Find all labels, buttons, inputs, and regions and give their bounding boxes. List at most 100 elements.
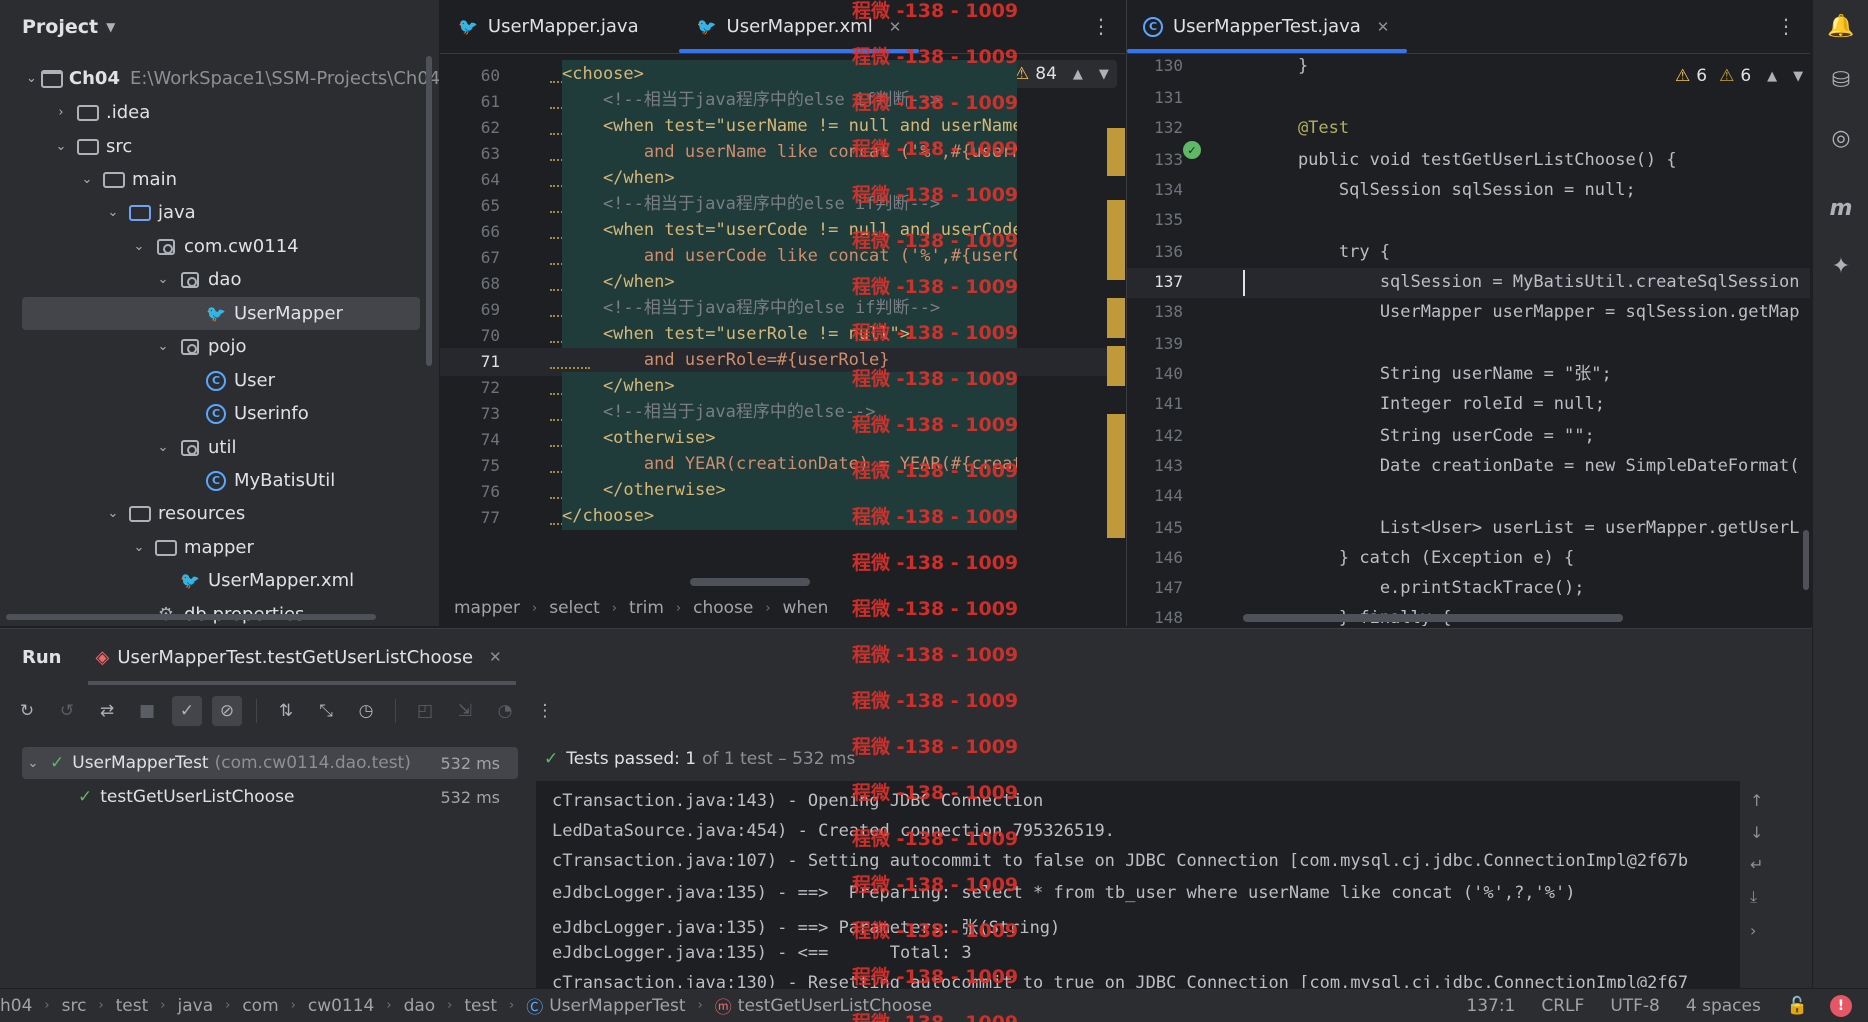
sort-icon[interactable]: ⇅ — [271, 696, 301, 726]
tree-item[interactable]: C User — [0, 364, 430, 397]
status-crumb[interactable]: testGetUserListChoose — [738, 996, 932, 1016]
chevron-down-icon[interactable]: ⌄ — [152, 339, 174, 354]
status-crumb[interactable]: dao — [404, 996, 436, 1016]
tree-item[interactable]: 🐦 UserMapper.xml — [0, 564, 430, 597]
code-line: <choose> — [562, 60, 1017, 88]
show-passed-icon[interactable]: ✓ — [172, 696, 202, 726]
file-encoding[interactable]: UTF-8 — [1610, 996, 1660, 1016]
maven-icon[interactable]: m — [1825, 192, 1857, 224]
collapse-all-icon[interactable]: ⤡ — [311, 696, 341, 726]
tab-usermapper-java[interactable]: 🐦 UserMapper.java — [440, 0, 657, 53]
lock-icon[interactable]: 🔓 — [1787, 996, 1808, 1016]
chevron-up-icon[interactable]: ▲ — [1073, 67, 1083, 82]
status-crumb[interactable]: java — [178, 996, 214, 1016]
line-separator[interactable]: CRLF — [1541, 996, 1584, 1016]
chevron-right-icon[interactable]: › — [50, 105, 72, 120]
chevron-down-icon[interactable]: ⌄ — [26, 71, 37, 86]
close-icon[interactable]: ✕ — [489, 648, 502, 666]
close-icon[interactable]: ✕ — [889, 18, 902, 36]
history-icon[interactable]: ◷ — [351, 696, 381, 726]
database-icon[interactable]: ⛁ — [1825, 64, 1857, 96]
breadcrumb-item[interactable]: select — [549, 598, 600, 618]
tree-item[interactable]: ⌄ main — [0, 163, 430, 196]
editor-hscrollbar[interactable] — [690, 578, 810, 586]
notifications-icon[interactable]: 🔔 — [1825, 10, 1857, 42]
console-output[interactable]: ✓ Tests passed: 1 of 1 test – 532 ms cTr… — [536, 737, 1776, 989]
line-number: 136 — [1154, 242, 1183, 261]
scroll-to-end-icon[interactable]: ⤓ — [1750, 887, 1757, 907]
chevron-down-icon[interactable]: ⌄ — [102, 506, 124, 521]
more-vertical-icon[interactable]: ⋮ — [530, 696, 560, 726]
chevron-down-icon[interactable]: ⌄ — [128, 239, 150, 254]
stop-icon[interactable]: ■ — [132, 696, 162, 726]
run-config-tab[interactable]: ◈ UserMapperTest.testGetUserListChoose ✕ — [87, 629, 516, 685]
toggle-auto-test-icon[interactable]: ⇄ — [92, 696, 122, 726]
run-gutter-icon[interactable]: ✓ — [1183, 141, 1201, 159]
coverage-icon[interactable]: ◔ — [490, 696, 520, 726]
rerun-icon[interactable]: ↻ — [12, 696, 42, 726]
arrow-up-icon[interactable]: ↑ — [1750, 791, 1763, 810]
folder-shape — [129, 204, 151, 221]
more-vertical-icon[interactable]: ⋮ — [1091, 14, 1111, 38]
project-header[interactable]: Project ▼ — [0, 0, 439, 54]
screenshot-icon[interactable]: ◰ — [410, 696, 440, 726]
tree-item[interactable]: ⌄ resources — [0, 497, 430, 530]
test-case-row[interactable]: ✓ testGetUserListChoose 532 ms — [22, 781, 518, 813]
test-suite-row[interactable]: ⌄ ✓ UserMapperTest (com.cw0114.dao.test)… — [22, 747, 518, 779]
ai-assistant-icon[interactable]: ✦ — [1825, 250, 1857, 282]
tree-item[interactable]: ⌄ src — [0, 130, 430, 163]
breadcrumb-item[interactable]: mapper — [454, 598, 520, 618]
arrow-down-icon[interactable]: ↓ — [1750, 823, 1763, 842]
chevron-down-icon[interactable]: ⌄ — [152, 272, 174, 287]
chevron-down-icon[interactable]: ⌄ — [152, 440, 174, 455]
error-icon[interactable]: ! — [1830, 994, 1852, 1017]
import-tests-icon[interactable]: ⇲ — [450, 696, 480, 726]
rerun-failed-icon[interactable]: ↺ — [52, 696, 82, 726]
tree-scrollbar[interactable] — [426, 56, 432, 366]
status-crumb[interactable]: UserMapperTest — [549, 996, 685, 1016]
breadcrumb-item[interactable]: when — [783, 598, 829, 618]
chevron-right-icon[interactable]: › — [1750, 921, 1756, 940]
tree-item[interactable]: ⌄ dao — [0, 263, 430, 296]
show-ignored-icon[interactable]: ⊘ — [212, 696, 242, 726]
indent-setting[interactable]: 4 spaces — [1686, 996, 1761, 1016]
status-crumb[interactable]: src — [62, 996, 87, 1016]
tree-item[interactable]: ⌄ pojo — [0, 330, 430, 363]
tree-hscrollbar[interactable] — [6, 614, 376, 620]
tree-item[interactable]: ⚙db.properties — [0, 598, 430, 626]
tree-item[interactable]: C Userinfo — [0, 397, 430, 430]
editor-vscrollbar[interactable] — [1803, 530, 1809, 590]
tree-item[interactable]: ⌄ com.cw0114 — [0, 230, 430, 263]
tree-item[interactable]: ⌄ util — [0, 431, 430, 464]
tree-item[interactable]: ⌄ java — [0, 196, 430, 229]
tree-item[interactable]: ⌄ Ch04 E:\WorkSpace1\SSM-Projects\Ch04 — [0, 62, 439, 95]
tree-item[interactable]: › .idea — [0, 96, 430, 129]
status-crumb[interactable]: h04 — [0, 996, 32, 1016]
chevron-down-icon[interactable]: ⌄ — [102, 205, 124, 220]
status-crumb[interactable]: test — [116, 996, 149, 1016]
tree-item[interactable]: ⌄ mapper — [0, 531, 430, 564]
caret-position[interactable]: 137:1 — [1466, 996, 1515, 1016]
close-icon[interactable]: ✕ — [1377, 18, 1390, 36]
tab-usermappertest-java[interactable]: C UserMapperTest.java ✕ — [1127, 0, 1408, 53]
editor-hscrollbar[interactable] — [1243, 614, 1623, 622]
chevron-down-icon[interactable]: ⌄ — [50, 139, 72, 154]
breadcrumb-item[interactable]: choose — [693, 598, 753, 618]
chevron-down-icon[interactable]: ⌄ — [76, 172, 98, 187]
status-crumb[interactable]: cw0114 — [308, 996, 375, 1016]
chevron-down-icon[interactable]: ⌄ — [128, 540, 150, 555]
endpoints-icon[interactable]: ◎ — [1825, 122, 1857, 154]
status-crumb[interactable]: test — [464, 996, 497, 1016]
status-crumb[interactable]: com — [242, 996, 278, 1016]
chevron-down-icon[interactable]: ⌄ — [22, 756, 44, 771]
tab-usermapper-xml[interactable]: 🐦 UserMapper.xml ✕ — [678, 0, 920, 53]
tree-item[interactable]: 🐦 UserMapper — [22, 297, 420, 330]
tree-item[interactable]: C MyBatisUtil — [0, 464, 430, 497]
chevron-down-icon[interactable]: ▼ — [1099, 67, 1109, 82]
breadcrumb-item[interactable]: trim — [629, 598, 664, 618]
soft-wrap-icon[interactable]: ↵ — [1750, 855, 1763, 874]
inspection-widget[interactable]: ⚠ 84 ▲ ▼ — [1006, 60, 1117, 88]
chevron-down-icon[interactable]: ▼ — [106, 20, 115, 34]
more-vertical-icon[interactable]: ⋮ — [1776, 14, 1796, 38]
